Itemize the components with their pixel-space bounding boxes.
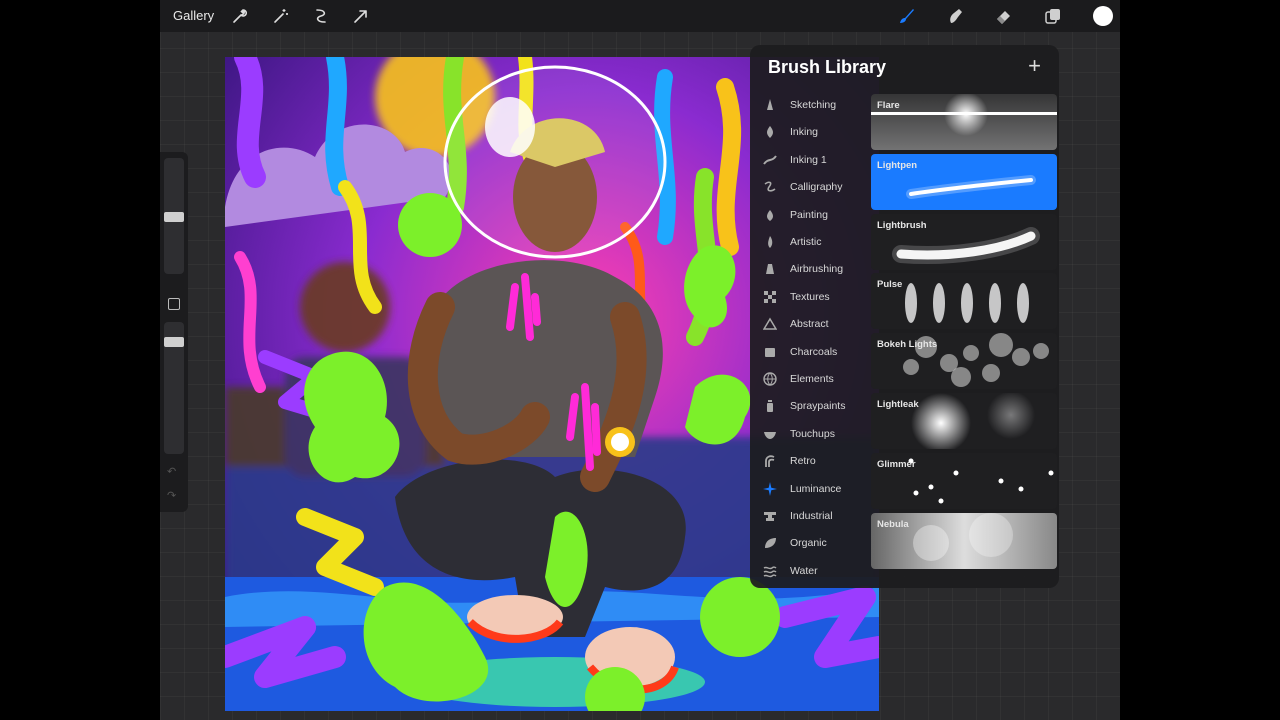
bowl-icon: [762, 426, 778, 442]
eraser-icon[interactable]: [994, 6, 1014, 26]
brush-name: Flare: [877, 100, 900, 111]
waves-icon: [762, 563, 778, 579]
wrench-icon[interactable]: [230, 6, 250, 26]
add-brush-button[interactable]: +: [1028, 55, 1041, 77]
stroke-icon: [762, 152, 778, 168]
brush-category-label: Airbrushing: [790, 263, 844, 276]
brush-category-label: Abstract: [790, 318, 829, 331]
brush-category-label: Painting: [790, 208, 828, 221]
brush-bokeh-lights[interactable]: Bokeh Lights: [871, 333, 1057, 390]
layers-icon[interactable]: [1043, 6, 1063, 26]
brush-name: Lightpen: [877, 159, 918, 171]
globe-icon: [762, 371, 778, 387]
brush-lightleak[interactable]: Lightleak: [871, 393, 1057, 449]
brush-category-label: Spraypaints: [790, 400, 846, 413]
modify-button[interactable]: [168, 298, 180, 310]
brush-category-calligraphy[interactable]: Calligraphy: [762, 175, 862, 199]
brush-category-elements[interactable]: Elements: [762, 367, 862, 391]
leaf-icon: [762, 535, 778, 551]
brush-category-label: Water: [790, 564, 818, 577]
pencil-icon: [762, 97, 778, 113]
brush-flare[interactable]: Flare: [871, 94, 1057, 150]
top-toolbar: Gallery: [160, 0, 1120, 32]
brush-category-label: Inking 1: [790, 153, 827, 166]
flame-icon: [762, 234, 778, 250]
brush-category-label: Retro: [790, 455, 816, 468]
brush-category-label: Luminance: [790, 482, 842, 495]
brush-icon[interactable]: [896, 6, 916, 26]
brush-library-title: Brush Library: [768, 57, 887, 77]
gallery-button[interactable]: Gallery: [173, 8, 214, 23]
brush-category-inking-1[interactable]: Inking 1: [762, 148, 862, 172]
brush-category-airbrushing[interactable]: Airbrushing: [762, 257, 862, 281]
magic-wand-icon[interactable]: [271, 6, 291, 26]
brush-name: Pulse: [877, 279, 903, 291]
brush-nebula[interactable]: Nebula: [871, 512, 1057, 569]
brush-name: Lightbrush: [877, 219, 927, 231]
brush-category-touchups[interactable]: Touchups: [762, 422, 862, 446]
brush-category-label: Sketching: [790, 99, 837, 111]
brush-name: Bokeh Lights: [877, 339, 938, 351]
transform-arrow-icon[interactable]: [351, 6, 371, 26]
brush-category-artistic[interactable]: Artistic: [762, 230, 862, 254]
brush-category-label: Touchups: [790, 427, 835, 440]
brush-category-label: Charcoals: [790, 345, 838, 358]
triangle-icon: [762, 316, 778, 332]
brush-category-industrial[interactable]: Industrial: [762, 504, 862, 528]
brush-category-label: Elements: [790, 373, 834, 385]
paint-drop-icon: [762, 207, 778, 223]
brush-category-abstract[interactable]: Abstract: [762, 312, 862, 336]
brush-category-painting[interactable]: Painting: [762, 203, 862, 227]
charcoal-icon: [762, 344, 778, 360]
brush-category-charcoals[interactable]: Charcoals: [762, 340, 862, 364]
brush-category-retro[interactable]: Retro: [762, 449, 862, 473]
checker-icon: [762, 289, 778, 305]
brush-name: Nebula: [877, 518, 909, 530]
brush-category-inking[interactable]: Inking: [762, 120, 862, 144]
brush-category-water[interactable]: Water: [762, 559, 862, 583]
brush-category-label: Textures: [790, 290, 830, 303]
brush-name: Lightleak: [877, 399, 919, 410]
brush-category-label: Organic: [790, 537, 827, 550]
brush-name: Glimmer: [877, 458, 916, 470]
undo-icon[interactable]: ↶: [167, 465, 176, 478]
brush-category-spraypaints[interactable]: Spraypaints: [762, 394, 862, 418]
side-slider-panel: ↶ ↷: [160, 152, 188, 512]
airbrush-icon: [762, 261, 778, 277]
opacity-slider-thumb[interactable]: [164, 336, 184, 347]
retro-icon: [762, 453, 778, 469]
brush-category-organic[interactable]: Organic: [762, 531, 862, 555]
brush-library-panel: Brush Library + Sketching Inking Inking 1 C…: [750, 45, 1059, 588]
procreate-app: Gallery ↶ ↷ Brush Library + Sketching In…: [160, 0, 1120, 720]
brush-glimmer[interactable]: Glimmer: [871, 452, 1057, 509]
brush-lightbrush[interactable]: Lightbrush: [871, 213, 1057, 270]
brush-category-label: Inking: [790, 126, 819, 139]
calligraphy-icon: [762, 179, 778, 195]
color-swatch[interactable]: [1092, 5, 1114, 27]
anvil-icon: [762, 508, 778, 524]
redo-icon[interactable]: ↷: [167, 489, 176, 502]
brush-category-textures[interactable]: Textures: [762, 285, 862, 309]
smudge-icon[interactable]: [945, 6, 965, 26]
brush-category-label: Artistic: [790, 236, 822, 248]
brush-pulse[interactable]: Pulse: [871, 273, 1057, 330]
brush-size-slider-thumb[interactable]: [164, 212, 184, 223]
brush-category-sketching[interactable]: Sketching: [762, 93, 862, 117]
sparkle-icon: [762, 481, 778, 497]
brush-category-label: Calligraphy: [790, 181, 843, 194]
brush-category-luminance[interactable]: Luminance: [762, 477, 862, 501]
spray-can-icon: [762, 398, 778, 414]
brush-lightpen[interactable]: Lightpen: [871, 153, 1057, 210]
ink-drop-icon: [762, 124, 778, 140]
brush-category-label: Industrial: [790, 510, 833, 522]
selection-icon[interactable]: [311, 6, 331, 26]
